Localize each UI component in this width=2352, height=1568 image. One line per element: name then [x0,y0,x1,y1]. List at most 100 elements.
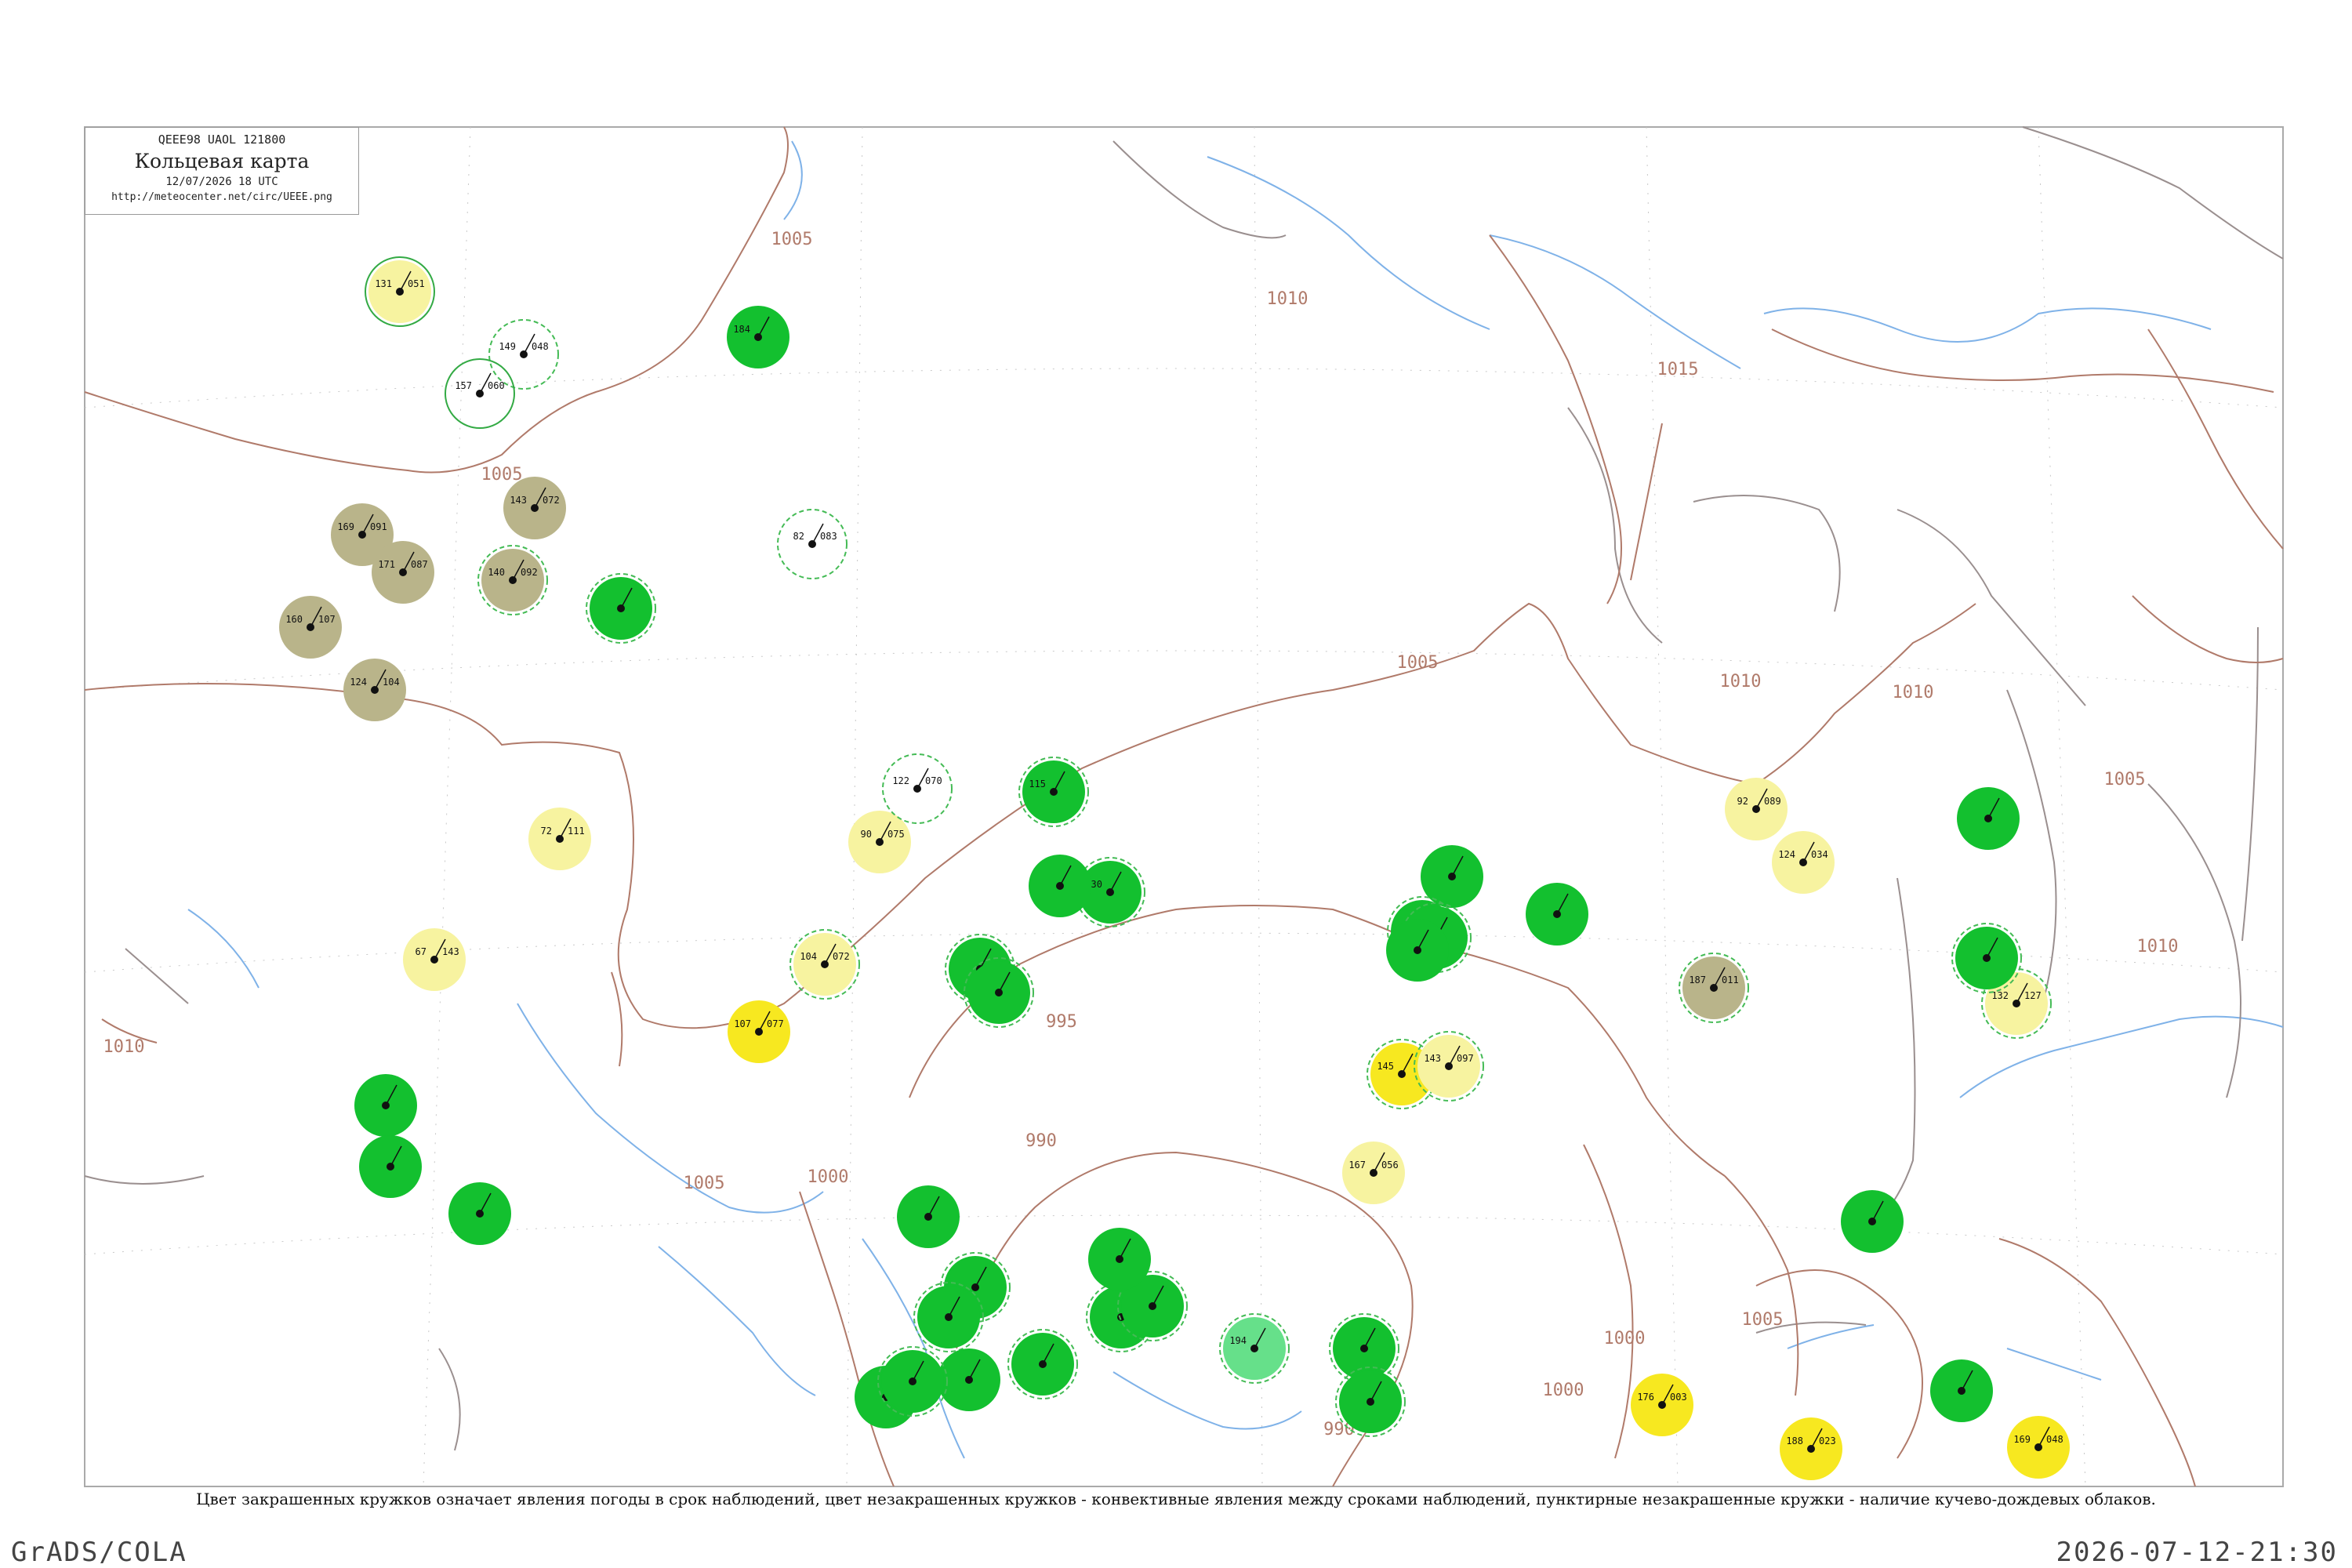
station-temperature: 72 [541,826,552,837]
station-plot [964,957,1034,1028]
station-plot: 115 [1018,757,1089,827]
station-pressure: 060 [488,380,505,391]
station-pressure: 091 [370,521,387,532]
station-plot [877,1346,948,1417]
station-plot: 188 023 [1780,1417,1842,1480]
station-plots: 131 051149 048157 060184169 091171 087143 0721… [279,256,2070,1480]
station-plot: 149 048 [488,319,559,390]
station-pressure: 072 [543,495,560,506]
station-plot: 187 011 [1679,953,1749,1023]
station-temperature: 92 [1737,796,1748,807]
station-temperature: 104 [800,951,817,962]
station-pressure: 048 [532,341,549,352]
station-temperature: 90 [861,829,872,840]
station-plot [1029,855,1091,917]
station-plot [1386,919,1449,982]
station-temperature: 122 [892,775,909,786]
isobar-label: 1005 [684,1174,725,1193]
station-pressure: 056 [1381,1160,1399,1171]
station-plot: 169 048 [2007,1416,2070,1479]
borders [84,126,2284,1451]
station-temperature: 188 [1786,1436,1803,1446]
isobar-label: 1005 [1397,653,1439,673]
isobar-label: 990 [1025,1131,1057,1151]
station-temperature: 160 [285,614,303,625]
map-frame [84,126,2284,1487]
map-title: Кольцевая карта [134,150,310,172]
station-temperature: 124 [350,677,367,688]
station-plot [359,1135,422,1198]
isobar-label: 1005 [481,465,523,485]
isobar-label: 1010 [1267,289,1308,309]
footer-software: GrADS/COLA [11,1537,187,1568]
station-pressure: 083 [820,531,837,542]
station-pressure: 107 [318,614,336,625]
isobar-label: 1005 [1742,1310,1784,1330]
isobars [84,126,2284,1487]
station-plot: 131 051 [365,256,435,327]
map-url: http://meteocenter.net/circ/UEEE.png [111,191,332,203]
station-plot [1951,923,2022,993]
station-pressure: 011 [1722,975,1739,985]
station-pressure: 127 [2024,990,2042,1001]
station-temperature: 143 [510,495,527,506]
isobar-label: 1015 [1657,360,1699,379]
station-plot: 157 060 [445,358,515,429]
station-temperature: 169 [2013,1434,2031,1445]
isobar-label: 1000 [808,1167,849,1187]
station-plot: 140 092 [477,545,548,615]
station-pressure: 089 [1764,796,1781,807]
station-temperature: 82 [793,531,804,542]
station-pressure: 077 [767,1018,784,1029]
footer-timestamp: 2026-07-12-21:30 [2056,1537,2338,1568]
station-pressure: 051 [408,278,425,289]
isobar-label: 1010 [103,1037,145,1057]
station-plot [354,1074,417,1137]
station-temperature: 187 [1689,975,1706,985]
station-temperature: 194 [1229,1335,1247,1346]
station-plot [586,573,656,644]
station-temperature: 131 [375,278,392,289]
station-pressure: 048 [2046,1434,2063,1445]
map-header-box: QEEE98 UAOL 121800 Кольцевая карта 12/07… [85,127,359,215]
station-plot [1335,1367,1406,1437]
station-plot [448,1182,511,1245]
isobar-label: 1010 [1720,672,1762,691]
isobar-label: 1010 [2137,937,2179,956]
isobar-label: 1010 [1893,683,1934,702]
station-temperature: 124 [1778,849,1795,860]
station-temperature: 107 [734,1018,751,1029]
station-plot [897,1185,960,1248]
station-temperature: 132 [1991,990,2009,1001]
map-time: 12/07/2026 18 UTC [165,176,278,188]
station-plot: 107 077 [728,1000,790,1063]
station-plot: 124 104 [343,659,406,721]
station-plot: 82 083 [777,509,848,579]
bulletin-code: QEEE98 UAOL 121800 [158,132,286,147]
station-pressure: 075 [887,829,905,840]
synoptic-map: 1005 1010 1015 1005 1010 1005 1010 1005 1010 995 9… [84,126,2284,1487]
station-temperature: 184 [733,324,750,335]
station-temperature: 149 [499,341,516,352]
station-plot: 104 072 [789,929,860,1000]
station-plot [1841,1190,1904,1253]
isobar-label: 995 [1046,1012,1077,1032]
station-plot: 72 111 [528,808,591,870]
station-temperature: 143 [1424,1053,1441,1064]
station-plot: 122 070 [882,753,953,824]
station-plot [1421,845,1483,908]
station-plot: 124 034 [1772,831,1835,894]
isobar-label: 1005 [2104,770,2146,789]
station-temperature: 115 [1029,779,1046,789]
station-temperature: 67 [416,946,426,957]
station-temperature: 140 [488,567,505,578]
station-pressure: 023 [1819,1436,1836,1446]
isobar-label: 1000 [1604,1329,1646,1348]
station-plot: 90 075 [848,811,911,873]
station-temperature: 157 [455,380,472,391]
station-pressure: 092 [521,567,538,578]
station-temperature: 176 [1637,1392,1654,1403]
station-temperature: 145 [1377,1061,1394,1072]
station-pressure: 087 [411,559,428,570]
station-temperature: 169 [337,521,354,532]
